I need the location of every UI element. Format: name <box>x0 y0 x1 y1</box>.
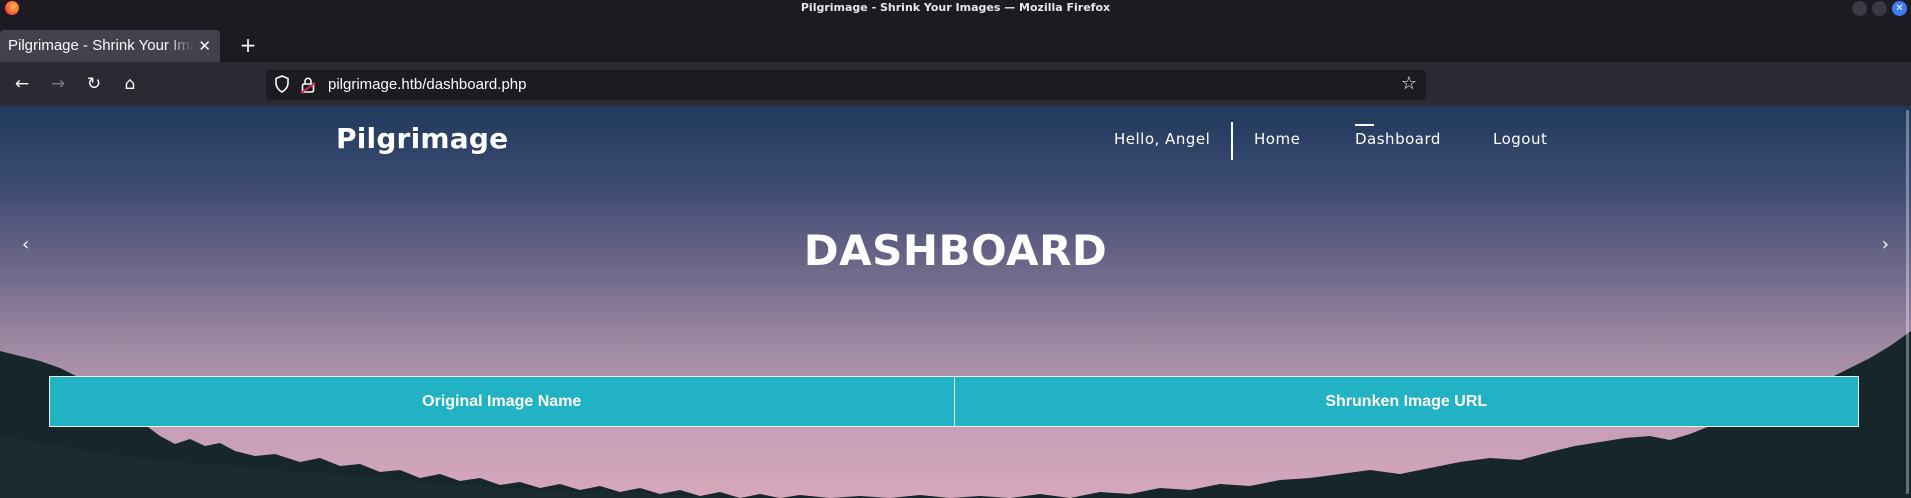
url-text[interactable]: pilgrimage.htb/dashboard.php <box>328 70 526 100</box>
table-header-row: Original Image Name Shrunken Image URL <box>49 376 1859 427</box>
tab-close-icon[interactable]: ✕ <box>198 30 211 62</box>
back-button[interactable]: ← <box>8 70 36 98</box>
firefox-logo-icon <box>5 1 19 15</box>
maximize-button[interactable] <box>1872 1 1887 16</box>
tab-pilgrimage[interactable]: Pilgrimage - Shrink Your Images ✕ <box>0 30 220 64</box>
page-scrollbar[interactable] <box>1903 106 1911 498</box>
tab-strip: Pilgrimage - Shrink Your Images ✕ + <box>0 16 1911 64</box>
star-icon[interactable]: ☆ <box>1398 73 1420 95</box>
nav-link-logout[interactable]: Logout <box>1493 130 1547 148</box>
site-nav: Hello, Angel Home Dashboard Logout <box>0 106 1911 166</box>
nav-link-home[interactable]: Home <box>1254 130 1300 148</box>
page-title: DASHBOARD <box>803 226 1108 275</box>
reload-button[interactable]: ↻ <box>80 70 108 98</box>
nav-toolbar: ← → ↻ ⌂ pilgrimage.htb/dashboard.php ☆ <box>0 62 1911 106</box>
new-tab-button[interactable]: + <box>234 30 262 62</box>
nav-divider <box>1231 122 1233 160</box>
page-content: Pilgrimage Hello, Angel Home Dashboard L… <box>0 106 1911 498</box>
forward-button[interactable]: → <box>44 70 72 98</box>
window-titlebar: Pilgrimage - Shrink Your Images — Mozill… <box>0 0 1911 16</box>
window-title: Pilgrimage - Shrink Your Images — Mozill… <box>800 1 1111 14</box>
url-bar[interactable]: pilgrimage.htb/dashboard.php ☆ <box>266 70 1426 100</box>
minimize-button[interactable] <box>1852 1 1867 16</box>
home-button[interactable]: ⌂ <box>116 70 144 98</box>
close-window-button[interactable]: ✕ <box>1892 1 1907 16</box>
images-table: Original Image Name Shrunken Image URL <box>49 376 1859 427</box>
scrollbar-thumb[interactable] <box>1906 110 1909 494</box>
lock-icon[interactable] <box>300 76 316 94</box>
column-header-shrunken-url: Shrunken Image URL <box>953 376 1859 427</box>
nav-link-dashboard[interactable]: Dashboard <box>1355 130 1441 148</box>
nav-greeting: Hello, Angel <box>1114 130 1211 148</box>
column-header-original-name: Original Image Name <box>49 376 955 427</box>
tab-title: Pilgrimage - Shrink Your Images <box>8 37 194 54</box>
nav-active-indicator <box>1355 124 1374 126</box>
shield-icon[interactable] <box>274 75 290 93</box>
